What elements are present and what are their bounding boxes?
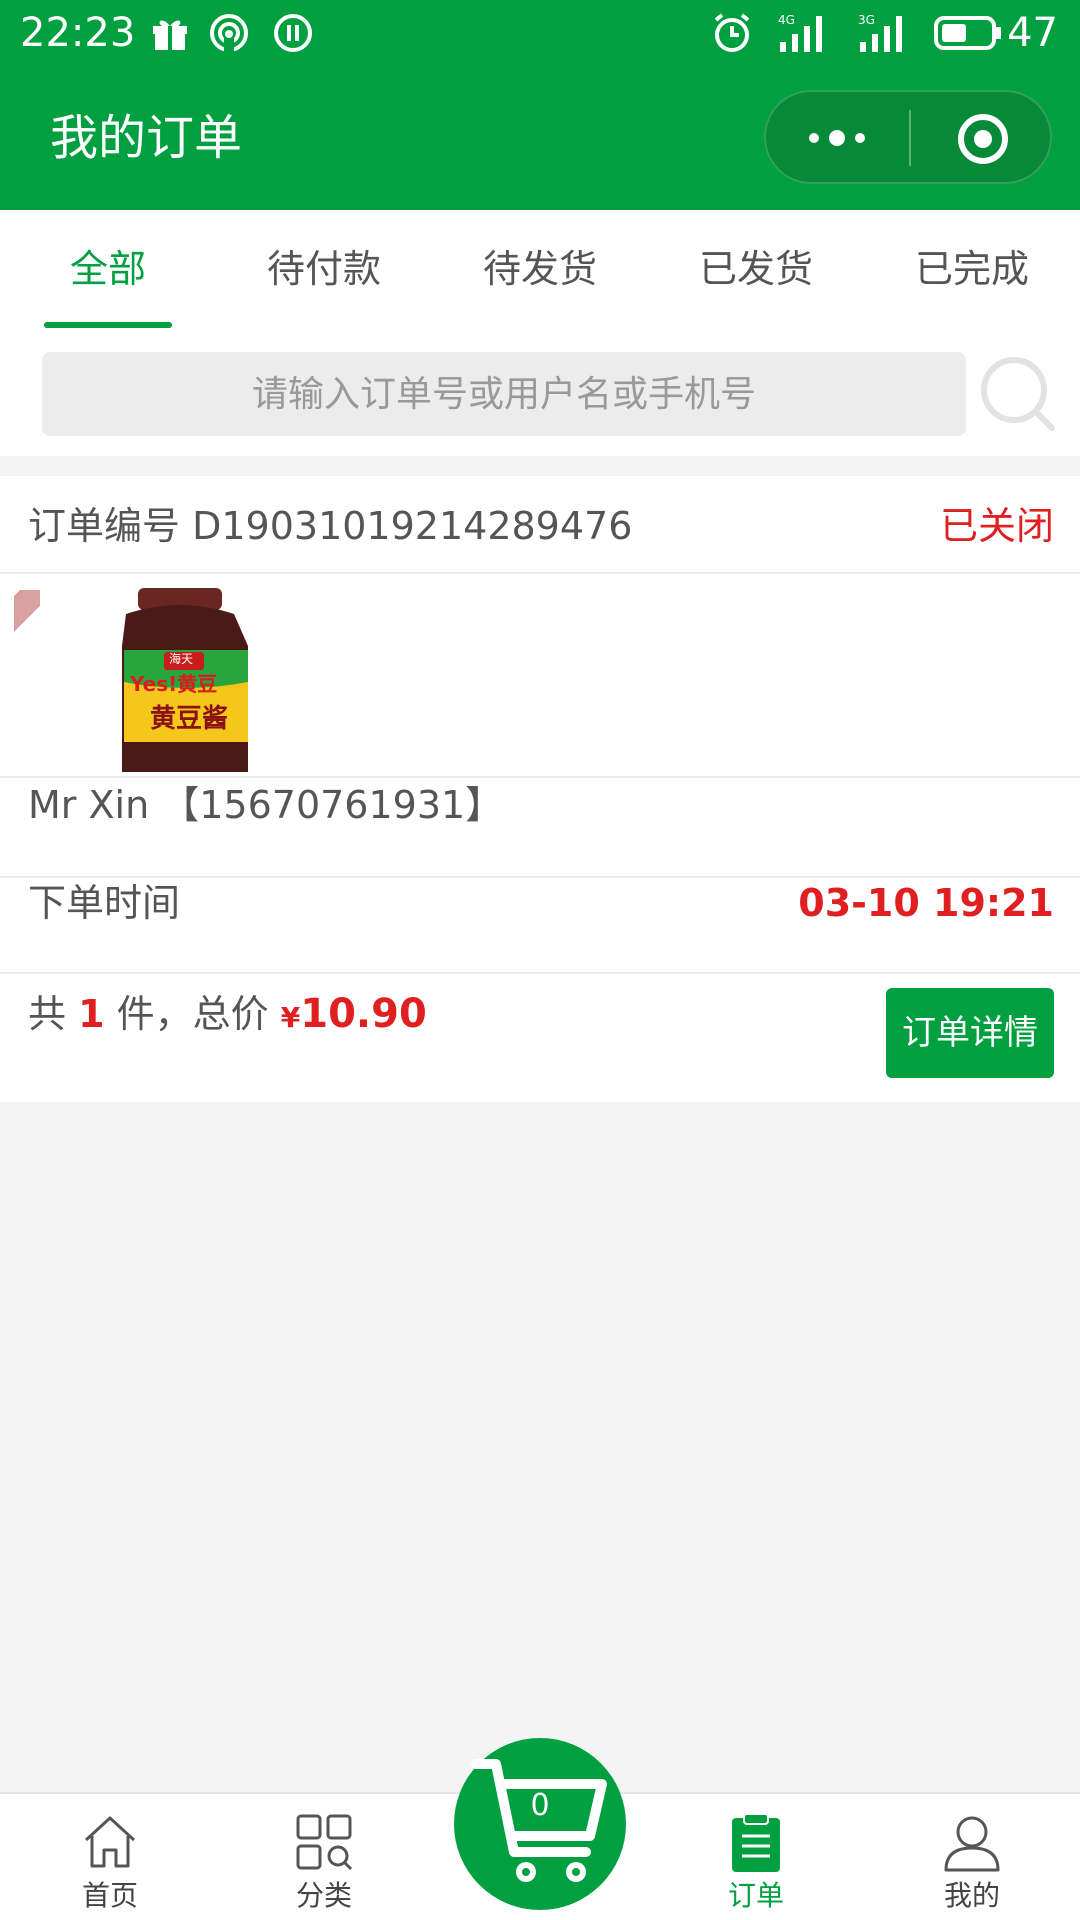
divider bbox=[0, 972, 1080, 974]
order-detail-button[interactable]: 订单详情 bbox=[886, 988, 1054, 1078]
signal-3g-icon: 3G bbox=[858, 13, 902, 52]
order-time-label: 下单时间 bbox=[28, 881, 181, 925]
nav-home[interactable]: 首页 bbox=[30, 1794, 190, 1920]
nav-home-label: 首页 bbox=[81, 1879, 138, 1912]
divider bbox=[0, 572, 1080, 574]
order-number-value: D19031019214289476 bbox=[192, 504, 633, 548]
search-input[interactable] bbox=[42, 352, 966, 436]
nav-orders[interactable]: 订单 bbox=[676, 1794, 836, 1920]
summary-prefix: 共 bbox=[28, 992, 67, 1036]
summary-mid: 件，总价 bbox=[116, 992, 269, 1036]
nav-mine[interactable]: 我的 bbox=[892, 1794, 1052, 1920]
search-bar bbox=[0, 328, 1080, 456]
close-miniprogram-icon[interactable] bbox=[956, 112, 1010, 166]
tab-shipped[interactable]: 已发货 bbox=[668, 210, 844, 328]
alarm-icon bbox=[714, 13, 750, 52]
order-time: 03-10 19:21 bbox=[798, 881, 1054, 925]
search-icon[interactable] bbox=[980, 356, 1056, 432]
status-bar: 22:23 4G 3G 47 bbox=[0, 0, 1080, 66]
tab-all[interactable]: 全部 bbox=[20, 210, 196, 328]
order-number-label: 订单编号 bbox=[28, 504, 181, 548]
order-tabs: 全部 待付款 待发货 已发货 已完成 bbox=[0, 210, 1080, 328]
currency-symbol: ¥ bbox=[280, 1001, 301, 1034]
tab-completed[interactable]: 已完成 bbox=[884, 210, 1060, 328]
svg-text:3G: 3G bbox=[858, 13, 875, 27]
tab-pending-shipment[interactable]: 待发货 bbox=[452, 210, 628, 328]
nav-mine-label: 我的 bbox=[943, 1879, 1000, 1912]
cart-count: 0 bbox=[530, 1788, 550, 1823]
order-number: 订单编号 D19031019214289476 bbox=[28, 496, 632, 556]
mini-program-capsule bbox=[764, 90, 1052, 184]
more-icon[interactable] bbox=[804, 118, 870, 158]
svg-text:4G: 4G bbox=[778, 13, 795, 27]
product-brand: 海天 bbox=[169, 652, 194, 666]
nav-category[interactable]: 分类 bbox=[244, 1794, 404, 1920]
gift-icon bbox=[153, 20, 187, 50]
total-price: 10.90 bbox=[300, 991, 427, 1037]
category-icon bbox=[296, 1814, 353, 1871]
signal-4g-icon: 4G bbox=[778, 13, 822, 52]
product-name: 黄豆酱 bbox=[150, 704, 229, 734]
user-icon bbox=[944, 1816, 1000, 1872]
product-slogan: Yes!黄豆 bbox=[130, 672, 218, 696]
order-card: 订单编号 D19031019214289476 已关闭 海天 Yes!黄豆 黄豆… bbox=[0, 476, 1080, 1102]
nav-category-label: 分类 bbox=[295, 1879, 352, 1912]
capsule-divider bbox=[909, 110, 911, 166]
item-count: 1 bbox=[78, 992, 105, 1036]
tab-pending-payment[interactable]: 待付款 bbox=[236, 210, 412, 328]
order-summary: 共 1 件，总价 ¥10.90 bbox=[28, 984, 427, 1048]
page-title: 我的订单 bbox=[50, 110, 243, 166]
battery-icon bbox=[934, 16, 1001, 50]
home-icon bbox=[84, 1816, 136, 1868]
cart-button[interactable]: 0 bbox=[454, 1738, 626, 1910]
pause-circle-icon bbox=[274, 14, 312, 52]
status-time: 22:23 bbox=[20, 10, 136, 56]
battery-level: 47 bbox=[1007, 10, 1058, 56]
customer-info: Mr Xin 【15670761931】 bbox=[28, 783, 504, 827]
nav-orders-label: 订单 bbox=[727, 1879, 784, 1912]
clipboard-icon bbox=[732, 1813, 780, 1872]
hotspot-icon bbox=[210, 14, 248, 52]
header: 我的订单 bbox=[0, 66, 1080, 210]
order-status: 已关闭 bbox=[939, 504, 1054, 548]
